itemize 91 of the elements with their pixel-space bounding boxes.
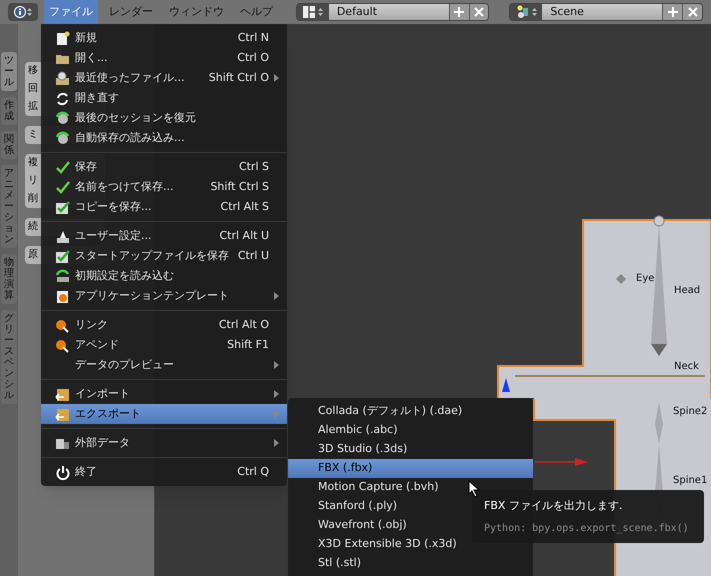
menu-item[interactable]: アペンド Shift F1: [41, 335, 287, 355]
menu-item-label: エクスポート: [75, 406, 142, 422]
menu-item-label: アプリケーションテンプレート: [75, 288, 230, 304]
power-icon: [55, 464, 70, 480]
export-format-item[interactable]: Stl (.stl): [288, 554, 533, 573]
menu-item[interactable]: 最近使ったファイル... Shift Ctrl O: [41, 68, 287, 88]
menu-item[interactable]: 新規 Ctrl N: [41, 28, 287, 48]
sidebar-tab[interactable]: ツール: [1, 52, 17, 91]
reload-icon: [55, 90, 70, 106]
menu-item-label: インポート: [75, 386, 131, 402]
shortcut-label: Ctrl Alt S: [220, 198, 269, 215]
menu-item-label: 最後のセッションを復元: [75, 110, 197, 126]
import-icon: [55, 386, 70, 402]
menu-item[interactable]: 外部データ: [41, 433, 287, 453]
shortcut-label: Shift Ctrl O: [208, 70, 269, 86]
new-document-icon: [55, 30, 70, 46]
menu-item-label: コピーを保存...: [75, 198, 152, 215]
tooltip-python-path: Python: bpy.ops.export_scene.fbx(): [484, 522, 690, 536]
bone-label: Spine2: [673, 407, 708, 417]
editor-type-button[interactable]: [8, 3, 38, 21]
menu-item[interactable]: エクスポート: [41, 404, 287, 424]
menu-item-label: ユーザー設定...: [75, 228, 152, 244]
bone-label: Neck: [674, 362, 699, 372]
menu-item-label: 初期設定を読み込む: [75, 268, 175, 284]
menu-item-label: 終了: [75, 464, 98, 480]
menu-item[interactable]: リンク Ctrl Alt O: [41, 315, 287, 335]
menu-item[interactable]: インポート: [41, 384, 287, 404]
shortcut-label: Ctrl Alt U: [219, 228, 269, 244]
menu-item-label: 最近使ったファイル...: [75, 70, 186, 86]
axis-arrow-drawing: [502, 378, 510, 394]
checkmark-icon: [55, 180, 70, 194]
shortcut-label: Ctrl O: [237, 50, 269, 66]
folder-clock-icon: [55, 70, 70, 86]
menu-item[interactable]: 最後のセッションを復元: [41, 108, 287, 128]
sidebar-tab[interactable]: アニメーション: [1, 165, 17, 248]
export-format-item[interactable]: X3D Extensible 3D (.x3d): [288, 535, 533, 554]
menu-item[interactable]: 初期設定を読み込む: [41, 266, 287, 286]
shortcut-label: Ctrl Alt O: [218, 316, 269, 333]
checkbox-icon: [55, 200, 70, 214]
sidebar-tab[interactable]: グリースペンシル: [1, 310, 17, 404]
shortcut-label: Ctrl S: [238, 158, 269, 175]
menu-item[interactable]: 開く... Ctrl O: [41, 48, 287, 68]
shortcut-label: Ctrl Q: [237, 464, 269, 480]
mouse-pointer-icon: [468, 480, 480, 498]
menu-item-label: 自動保存の読み込み...: [75, 130, 186, 146]
menu-item-label: 開く...: [75, 50, 108, 66]
axis-arrow-drawing: [535, 458, 588, 466]
menu-item-label: データのプレビュー: [75, 356, 175, 373]
menu-item[interactable]: 自動保存の読み込み...: [41, 128, 287, 148]
bone-label: Head: [674, 286, 700, 296]
bone-label: Spine1: [673, 476, 708, 486]
menu-item[interactable]: ウィンドウ: [164, 0, 229, 24]
reset-icon: [55, 268, 70, 284]
checkmark-icon: [55, 160, 70, 174]
template-icon: [55, 288, 70, 304]
shortcut-label: Shift Ctrl S: [210, 178, 269, 195]
menu-item[interactable]: 保存 Ctrl S: [41, 157, 287, 177]
menu-item-label: 外部データ: [75, 434, 131, 451]
shortcut-label: Shift F1: [227, 336, 269, 353]
menu-item-label: アペンド: [75, 336, 120, 353]
menu-item[interactable]: コピーを保存... Ctrl Alt S: [41, 197, 287, 217]
menu-item[interactable]: ユーザー設定... Ctrl Alt U: [41, 226, 287, 246]
shortcut-label: Ctrl U: [238, 248, 269, 264]
menu-item[interactable]: 終了 Ctrl Q: [41, 462, 287, 482]
menu-item[interactable]: 開き直す: [41, 88, 287, 108]
menu-item[interactable]: アプリケーションテンプレート: [41, 286, 287, 306]
menu-item[interactable]: スタートアップファイルを保存 Ctrl U: [41, 246, 287, 266]
export-format-item[interactable]: Collada (デフォルト) (.dae): [288, 402, 533, 421]
export-format-item[interactable]: Alembic (.abc): [288, 421, 533, 440]
bone-label: Eye: [636, 274, 654, 284]
menu-item[interactable]: ヘルプ: [234, 0, 278, 24]
menu-item-label: 保存: [75, 158, 98, 175]
export-format-item[interactable]: Motion Capture (.bvh): [288, 478, 533, 497]
tooltip-title: FBX ファイルを出力します.: [484, 498, 624, 514]
info-icon: [14, 6, 26, 18]
menu-item[interactable]: 名前をつけて保存... Shift Ctrl S: [41, 177, 287, 197]
preferences-icon: [55, 228, 70, 244]
export-icon: [55, 406, 70, 422]
menu-item[interactable]: ファイル: [44, 0, 98, 24]
menu-item[interactable]: データのプレビュー: [41, 355, 287, 375]
export-format-item[interactable]: 3D Studio (.3ds): [288, 440, 533, 459]
menu-item-label: 名前をつけて保存...: [75, 178, 174, 195]
checkbox-icon: [55, 248, 70, 264]
shortcut-label: Ctrl N: [238, 30, 269, 46]
menu-item-label: リンク: [75, 316, 109, 333]
menu-item-label: 新規: [75, 30, 98, 46]
export-format-item[interactable]: FBX (.fbx): [288, 459, 533, 478]
menu-item[interactable]: レンダー: [104, 0, 158, 24]
menu-item-label: 開き直す: [75, 90, 120, 106]
sidebar-tab[interactable]: 物理演算: [1, 254, 17, 304]
menu-item-label: スタートアップファイルを保存: [75, 248, 230, 264]
